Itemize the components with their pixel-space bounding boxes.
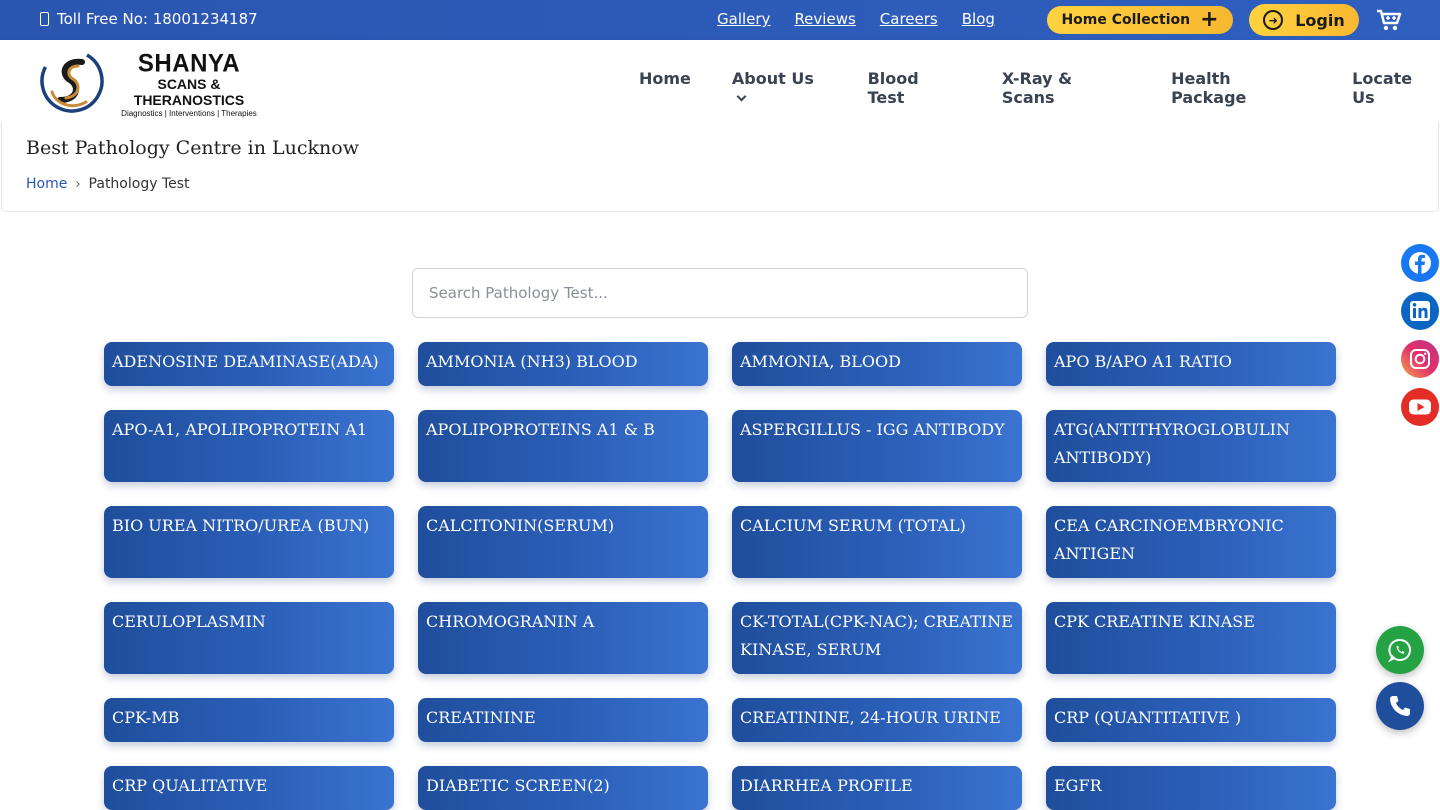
- pathology-test-card[interactable]: ASPERGILLUS - IGG ANTIBODY: [732, 410, 1022, 482]
- pathology-test-card[interactable]: APOLIPOPROTEINS A1 & B: [418, 410, 708, 482]
- nav-about-us[interactable]: About Us: [732, 69, 827, 107]
- top-bar: Toll Free No: 18001234187 Gallery Review…: [0, 0, 1440, 40]
- login-arrow-icon: ➜: [1263, 10, 1284, 30]
- pathology-test-card[interactable]: CALCITONIN(SERUM): [418, 506, 708, 578]
- pathology-test-card[interactable]: CRP QUALITATIVE: [104, 766, 394, 810]
- linkedin-icon: [1401, 292, 1439, 330]
- pathology-test-card[interactable]: ADENOSINE DEAMINASE(ADA): [104, 342, 394, 386]
- pathology-test-card[interactable]: DIARRHEA PROFILE: [732, 766, 1022, 810]
- brand-subtitle: SCANS & THERANOSTICS: [133, 76, 245, 108]
- breadcrumb-separator-icon: ›: [75, 176, 81, 192]
- login-button[interactable]: ➜ Login: [1249, 4, 1359, 36]
- pathology-test-card[interactable]: BIO UREA NITRO/UREA (BUN): [104, 506, 394, 578]
- pathology-test-card[interactable]: AMMONIA, BLOOD: [732, 342, 1022, 386]
- brand-tagline: Diagnostics | Interventions | Therapies: [121, 109, 257, 118]
- youtube-icon: [1401, 388, 1439, 426]
- nav-locate-us[interactable]: Locate Us: [1352, 69, 1440, 107]
- chevron-down-icon: [736, 91, 747, 102]
- instagram-link[interactable]: [1400, 339, 1440, 379]
- pathology-test-card[interactable]: APO-A1, APOLIPOPROTEIN A1: [104, 410, 394, 482]
- whatsapp-button[interactable]: [1376, 626, 1424, 674]
- search-input[interactable]: [412, 268, 1028, 318]
- pathology-test-card[interactable]: APO B/APO A1 RATIO: [1046, 342, 1336, 386]
- nav-health-package[interactable]: Health Package: [1171, 69, 1311, 107]
- nav-xray-scans[interactable]: X-Ray & Scans: [1002, 69, 1130, 107]
- cart-icon[interactable]: [1376, 8, 1402, 32]
- nav-about-us-label: About Us: [731, 69, 814, 88]
- blog-link[interactable]: Blog: [962, 10, 995, 28]
- pathology-test-card[interactable]: CRP (QUANTITATIVE ): [1046, 698, 1336, 742]
- pathology-test-card[interactable]: CPK-MB: [104, 698, 394, 742]
- top-links: Gallery Reviews Careers Blog: [717, 10, 995, 28]
- home-collection-label: Home Collection: [1061, 12, 1191, 28]
- page-header: Best Pathology Centre in Lucknow Home › …: [1, 122, 1439, 212]
- pathology-test-card[interactable]: CPK CREATINE KINASE: [1046, 602, 1336, 674]
- pathology-test-card[interactable]: EGFR: [1046, 766, 1336, 810]
- pathology-test-card[interactable]: CERULOPLASMIN: [104, 602, 394, 674]
- nav-home[interactable]: Home: [639, 69, 691, 107]
- pathology-test-card[interactable]: CALCIUM SERUM (TOTAL): [732, 506, 1022, 578]
- breadcrumb: Home › Pathology Test: [26, 176, 190, 192]
- brand-name: SHANYA: [137, 49, 241, 78]
- pathology-test-card[interactable]: CK-TOTAL(CPK-NAC); CREATINE KINASE, SERU…: [732, 602, 1022, 674]
- youtube-link[interactable]: [1400, 387, 1440, 427]
- instagram-icon: [1401, 340, 1439, 378]
- mobile-phone-icon: [40, 12, 49, 26]
- toll-free-number[interactable]: Toll Free No: 18001234187: [40, 10, 258, 28]
- login-label: Login: [1295, 10, 1345, 30]
- reviews-link[interactable]: Reviews: [794, 10, 855, 28]
- whatsapp-icon: [1388, 639, 1411, 663]
- nav-blood-test[interactable]: Blood Test: [868, 69, 961, 107]
- phone-call-icon: [1390, 696, 1410, 716]
- pathology-test-card[interactable]: AMMONIA (NH3) BLOOD: [418, 342, 708, 386]
- pathology-test-card[interactable]: CHROMOGRANIN A: [418, 602, 708, 674]
- toll-free-label: Toll Free No: 18001234187: [57, 10, 258, 28]
- pathology-test-card[interactable]: CREATININE, 24-HOUR URINE: [732, 698, 1022, 742]
- facebook-link[interactable]: [1400, 243, 1440, 283]
- pathology-test-card[interactable]: CEA CARCINOEMBRYONIC ANTIGEN: [1046, 506, 1336, 578]
- brand-text: SHANYA SCANS & THERANOSTICS Diagnostics …: [110, 49, 268, 118]
- plus-icon: +: [1200, 7, 1219, 32]
- page-title: Best Pathology Centre in Lucknow: [26, 137, 359, 159]
- brand-logo[interactable]: SHANYA SCANS & THERANOSTICS Diagnostics …: [38, 48, 268, 118]
- pathology-test-card[interactable]: ATG(ANTITHYROGLOBULIN ANTIBODY): [1046, 410, 1336, 482]
- linkedin-link[interactable]: [1400, 291, 1440, 331]
- breadcrumb-home-link[interactable]: Home: [26, 176, 67, 192]
- main-navbar: SHANYA SCANS & THERANOSTICS Diagnostics …: [0, 40, 1440, 122]
- facebook-icon: [1401, 244, 1439, 282]
- main-nav: Home About Us Blood Test X-Ray & Scans H…: [639, 69, 1440, 107]
- gallery-link[interactable]: Gallery: [717, 10, 770, 28]
- pathology-test-card[interactable]: DIABETIC SCREEN(2): [418, 766, 708, 810]
- shanya-logo-mark-icon: [40, 49, 104, 113]
- call-button[interactable]: [1376, 682, 1424, 730]
- breadcrumb-current: Pathology Test: [88, 176, 190, 192]
- pathology-test-card[interactable]: CREATININE: [418, 698, 708, 742]
- home-collection-button[interactable]: Home Collection +: [1047, 6, 1233, 34]
- careers-link[interactable]: Careers: [880, 10, 938, 28]
